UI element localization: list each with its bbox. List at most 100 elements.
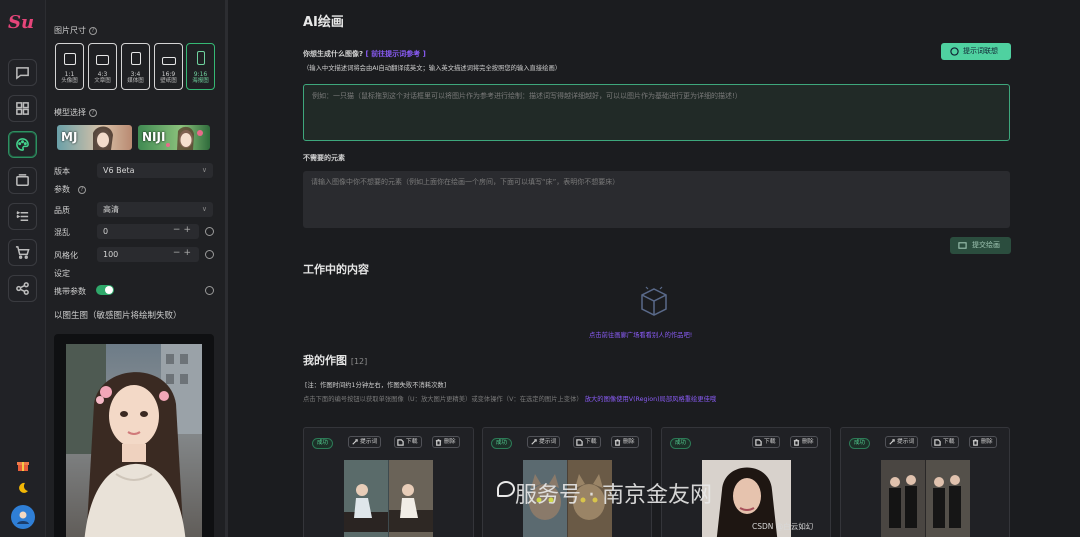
- delete-button[interactable]: 删除: [432, 436, 460, 448]
- gallery-icon[interactable]: [8, 167, 37, 194]
- empty-box-icon: [641, 286, 667, 316]
- prompt-library-button[interactable]: 提示词联想: [941, 43, 1011, 60]
- model-niji[interactable]: NIJI: [138, 125, 210, 150]
- grid-icon[interactable]: [8, 95, 37, 122]
- plus-minus-icon[interactable]: −+: [173, 225, 194, 236]
- work-thumbnail[interactable]: [344, 460, 433, 537]
- file-icon: [397, 439, 404, 446]
- file-icon: [755, 439, 762, 446]
- app: Su 图片尺寸? 1:1 头像图 4:3 文章图 3:4 媒体图 16:9 壁纸图 9:…: [0, 0, 1080, 537]
- group-photo-image: [881, 460, 970, 537]
- status-badge: 成功: [670, 438, 691, 449]
- gallery-link[interactable]: 点击前往画廊广场看看别人的作品吧!: [589, 330, 692, 339]
- prompt-button[interactable]: 提示词: [885, 436, 919, 448]
- ratio-4-3[interactable]: 4:3 文章图: [88, 43, 117, 90]
- share-icon[interactable]: [8, 275, 37, 302]
- info-icon[interactable]: [205, 250, 214, 259]
- chevron-down-icon: ∨: [201, 205, 207, 213]
- prompt-button[interactable]: 提示词: [348, 436, 382, 448]
- csdn-credit: CSDN @白云如幻: [752, 522, 814, 531]
- file-icon: [576, 439, 583, 446]
- ratio-1-1[interactable]: 1:1 头像图: [55, 43, 84, 90]
- prompt-button[interactable]: 提示词: [527, 436, 561, 448]
- submit-button[interactable]: 提交绘画: [950, 237, 1011, 254]
- working-section-title: 工作中的内容: [303, 263, 369, 276]
- carry-params-toggle[interactable]: [96, 285, 114, 295]
- my-works-title: 我的作图 [12]: [303, 354, 368, 367]
- gift-icon[interactable]: [16, 458, 30, 472]
- model-label-row: 模型选择?: [54, 107, 97, 118]
- palette-icon[interactable]: [8, 131, 37, 158]
- download-button[interactable]: 下载: [931, 436, 959, 448]
- negative-label: 不需要的元素: [303, 154, 345, 162]
- prompt-input[interactable]: 例如：一只猫（鼠标拖到这个对话框里可以将图片作为参考进行绘制：描述词写得越详细越…: [303, 84, 1010, 141]
- prompt-question-row: 你想生成什么图像? [ 前往提示词参考 ]: [303, 50, 426, 58]
- copy-icon: [352, 439, 358, 445]
- stylize-stepper[interactable]: 100 −+: [97, 247, 199, 262]
- trash-icon: [793, 439, 800, 446]
- help-icon[interactable]: ?: [89, 26, 97, 35]
- plus-minus-icon[interactable]: −+: [173, 248, 194, 259]
- wide-icon: [161, 57, 176, 65]
- work-card: 成功 提示词 下载 删除: [840, 427, 1010, 537]
- page-title: AI绘画: [303, 15, 344, 30]
- size-label-row: 图片尺寸?: [54, 25, 97, 36]
- piano-girl-image: [344, 460, 433, 537]
- download-button[interactable]: 下载: [394, 436, 422, 448]
- trash-icon: [972, 439, 979, 446]
- user-icon: [17, 511, 29, 524]
- app-logo[interactable]: Su: [8, 12, 38, 38]
- help-icon[interactable]: ?: [78, 185, 86, 194]
- user-avatar[interactable]: [11, 505, 35, 529]
- img2img-label: 以图生图（敏感图片将绘制失败）: [54, 311, 182, 321]
- stylize-label: 风格化: [54, 251, 78, 260]
- chat-icon[interactable]: [8, 59, 37, 86]
- wechat-logo-icon: [497, 481, 515, 497]
- download-button[interactable]: 下载: [752, 436, 780, 448]
- bulb-icon: [950, 47, 959, 56]
- ratio-3-4[interactable]: 3:4 媒体图: [121, 43, 150, 90]
- work-card: 成功 提示词 下载 删除: [303, 427, 474, 537]
- delete-button[interactable]: 删除: [969, 436, 997, 448]
- portrait-illustration: [66, 344, 202, 537]
- delete-button[interactable]: 删除: [611, 436, 639, 448]
- prompt-hint: （输入中文描述词将会由AI自动翻译成英文；输入英文描述词将完全按照您的输入直接绘…: [303, 65, 562, 72]
- quality-label: 品质: [54, 206, 70, 215]
- prompt-reference-link[interactable]: [ 前往提示词参考 ]: [366, 50, 426, 58]
- cart-icon[interactable]: [8, 239, 37, 266]
- note-actions: 点击下面的编号按钮以获取单张图像（U：放大图片更精美）或变体操作（V：在选定的图…: [303, 396, 717, 403]
- reference-image: [66, 344, 202, 537]
- icon-rail: Su: [0, 0, 46, 537]
- chaos-label: 混乱: [54, 228, 70, 237]
- chevron-down-icon: ∨: [201, 166, 207, 174]
- info-icon[interactable]: [205, 227, 214, 236]
- download-button[interactable]: 下载: [573, 436, 601, 448]
- moon-icon[interactable]: [16, 481, 30, 495]
- params-label-row: 参数?: [54, 184, 86, 195]
- submit-icon: [958, 242, 967, 249]
- delete-button[interactable]: 删除: [790, 436, 818, 448]
- ratio-16-9[interactable]: 16:9 壁纸图: [154, 43, 183, 90]
- landscape-icon: [96, 55, 109, 65]
- info-icon[interactable]: [205, 286, 214, 295]
- work-thumbnail[interactable]: [881, 460, 970, 537]
- watermark: 服务号 · 南京金友网: [515, 483, 712, 508]
- list-icon[interactable]: [8, 203, 37, 230]
- reference-image-panel[interactable]: [54, 334, 214, 537]
- works-count: [12]: [350, 357, 368, 366]
- file-icon: [934, 439, 941, 446]
- chaos-stepper[interactable]: 0 −+: [97, 224, 199, 239]
- status-badge: 成功: [491, 438, 512, 449]
- region-tip-link[interactable]: 放大的图像使用V(Region)局部风格重绘更佳哦: [585, 396, 717, 403]
- model-mj[interactable]: MJ: [57, 125, 132, 150]
- quality-select[interactable]: 高清 ∨: [97, 202, 213, 217]
- status-badge: 成功: [312, 438, 333, 449]
- negative-prompt-input[interactable]: 请输入图像中你不想要的元素（例如上面你在绘画一个房间，下面可以填写“床”，表明你…: [303, 171, 1010, 228]
- version-select[interactable]: V6 Beta ∨: [97, 163, 213, 178]
- ratio-9-16[interactable]: 9:16 海报图: [186, 43, 215, 90]
- tall-icon: [196, 51, 205, 65]
- copy-icon: [531, 439, 537, 445]
- trash-icon: [614, 439, 621, 446]
- portrait-icon: [130, 52, 141, 65]
- help-icon[interactable]: ?: [89, 108, 97, 117]
